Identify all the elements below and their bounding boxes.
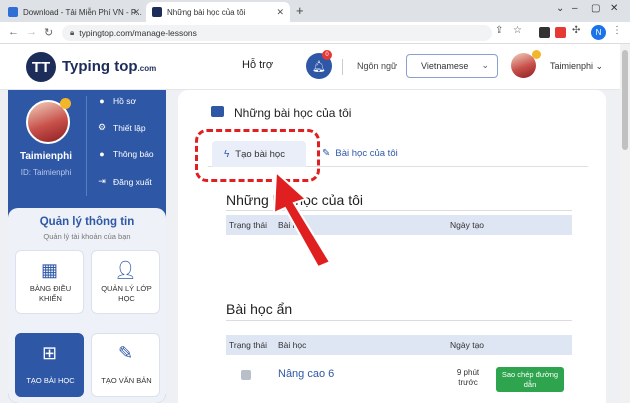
edit-icon: ✎ xyxy=(322,148,331,159)
url-field[interactable]: 🔒︎ typingtop.com/manage-lessons xyxy=(62,25,492,41)
profile-name: Taimienphi xyxy=(19,151,73,162)
user-icon: ● xyxy=(99,96,105,106)
tile-label: BẢNG ĐIỀU KHIỂN xyxy=(29,284,72,303)
tile-dashboard[interactable]: ▦ BẢNG ĐIỀU KHIỂN xyxy=(15,250,84,314)
create-text-icon: ✎ xyxy=(117,343,134,363)
page-scrollbar[interactable] xyxy=(620,44,630,403)
section-title-my-lessons: Những bài học của tôi xyxy=(226,192,364,208)
logo-icon[interactable]: TT xyxy=(26,52,56,82)
tile-create-lesson[interactable]: ⊞ TẠO BÀI HỌC xyxy=(15,333,84,397)
tile-create-text[interactable]: ✎ TẠO VĂN BẢN xyxy=(91,333,160,397)
logo-name: Typing top xyxy=(62,58,138,75)
logout-icon: ⇥ xyxy=(98,176,106,186)
create-lesson-icon: ⊞ xyxy=(41,343,58,363)
table-header: Trạng thái Bài học Ngày tạo xyxy=(226,215,572,235)
section-title-hidden-lessons: Bài học ẩn xyxy=(226,301,293,317)
tile-label: TẠO BÀI HỌC xyxy=(26,376,75,385)
column-lesson: Bài học xyxy=(278,220,307,230)
bell-icon: ● xyxy=(99,149,105,159)
sidebar-link-profile[interactable]: ● Hồ sơ xyxy=(96,96,136,106)
menu-dots-icon[interactable]: ⋮ xyxy=(612,25,622,36)
briefcase-icon xyxy=(211,106,224,117)
sidebar-link-logout[interactable]: ⇥ Đăng xuất xyxy=(96,176,152,187)
column-status: Trạng thái xyxy=(229,220,267,230)
star-icon[interactable]: ☆ xyxy=(513,25,522,36)
site-favicon-icon xyxy=(152,7,162,17)
back-icon[interactable]: ← xyxy=(8,26,19,38)
column-lesson: Bài học xyxy=(278,340,307,350)
close-icon[interactable]: ✕ xyxy=(132,7,140,18)
language-value: Vietnamese xyxy=(421,61,469,71)
browser-tab-bar: Download - Tải Miễn Phí VN - P... ✕ Nhữn… xyxy=(0,0,630,22)
sidebar-link-label: Hồ sơ xyxy=(113,96,137,106)
table-header: Trạng thái Bài học Ngày tạo xyxy=(226,335,572,355)
crown-icon xyxy=(532,50,541,59)
share-icon[interactable]: ⇪ xyxy=(495,25,503,36)
browser-tab-title: Những bài học của tôi xyxy=(167,7,246,17)
language-select[interactable]: Vietnamese ⌄ xyxy=(406,54,498,78)
section-divider xyxy=(226,320,572,321)
divider xyxy=(342,59,343,75)
chevron-down-icon: ⌄ xyxy=(481,60,489,70)
dashboard-icon: ▦ xyxy=(40,260,58,280)
username: Taimienphi xyxy=(550,61,594,71)
lesson-created-time: 9 phút trước xyxy=(456,368,480,387)
profile-avatar[interactable]: N xyxy=(591,25,606,40)
section-divider xyxy=(226,210,572,211)
url-text: typingtop.com/manage-lessons xyxy=(79,28,197,38)
tab-label: Bài học của tôi xyxy=(335,148,398,159)
support-link[interactable]: Hỗ trợ xyxy=(242,59,273,71)
crown-icon xyxy=(60,98,71,109)
scrollbar-thumb[interactable] xyxy=(622,50,628,150)
info-card-title: Quản lý thông tin xyxy=(39,216,135,228)
address-bar: ← → ↻ 🔒︎ typingtop.com/manage-lessons ⇪ … xyxy=(0,22,630,44)
lock-icon: 🔒︎ xyxy=(70,28,75,37)
site-favicon-icon xyxy=(8,7,18,17)
divider xyxy=(86,96,87,196)
page-title: Những bài học của tôi xyxy=(234,106,352,120)
info-card-subtitle: Quản lý tài khoản của bạn xyxy=(43,232,131,241)
highlight-box xyxy=(195,129,320,182)
chevron-down-icon[interactable]: ⌄ xyxy=(556,3,564,14)
browser-tab-title: Download - Tải Miễn Phí VN - P... xyxy=(23,7,142,17)
reload-icon[interactable]: ↻ xyxy=(44,26,53,39)
browser-tab-lessons[interactable]: Những bài học của tôi ✕ xyxy=(146,2,290,22)
notification-badge: 0 xyxy=(322,50,332,60)
close-icon[interactable]: ✕ xyxy=(276,7,284,18)
logo-suffix: .com xyxy=(137,64,157,73)
lesson-link[interactable]: Nâng cao 6 xyxy=(278,368,334,380)
maximize-icon[interactable]: ▢ xyxy=(591,3,600,14)
extension-icon[interactable] xyxy=(555,27,566,38)
logo-text[interactable]: Typing top.com xyxy=(62,58,156,75)
extension-icon[interactable] xyxy=(539,27,550,38)
column-status: Trạng thái xyxy=(229,340,267,350)
lock-icon[interactable] xyxy=(241,370,251,380)
tile-label: TẠO VĂN BẢN xyxy=(101,376,152,385)
sidebar-link-label: Thông báo xyxy=(113,149,154,159)
tab-my-lessons[interactable]: ✎ Bài học của tôi xyxy=(322,148,398,159)
new-tab-button[interactable]: + xyxy=(296,3,304,18)
site-header: TT Typing top.com Hỗ trợ 🔔︎ 0 Ngôn ngữ V… xyxy=(0,44,620,90)
sidebar-link-notifications[interactable]: ● Thông báo xyxy=(96,149,154,159)
column-date: Ngày tạo xyxy=(450,340,485,350)
sidebar-link-label: Đăng xuất xyxy=(113,176,152,187)
class-manage-icon: 👤︎ xyxy=(114,260,137,280)
language-label: Ngôn ngữ xyxy=(357,61,398,71)
sidebar-link-label: Thiết lập xyxy=(113,122,146,133)
browser-tab-download[interactable]: Download - Tải Miễn Phí VN - P... ✕ xyxy=(2,2,146,22)
column-date: Ngày tạo xyxy=(450,220,485,230)
username-dropdown[interactable]: Taimienphi ⌄ xyxy=(550,61,603,72)
gear-icon: ⚙ xyxy=(97,122,107,132)
tile-label: QUẢN LÝ LỚP HỌC xyxy=(101,284,152,303)
profile-id: ID: Taimienphi xyxy=(20,168,72,177)
forward-icon[interactable]: → xyxy=(26,26,37,38)
copy-link-button[interactable]: Sao chép đường dẫn xyxy=(496,367,564,392)
minimize-icon[interactable]: – xyxy=(572,3,578,14)
tile-class-management[interactable]: 👤︎ QUẢN LÝ LỚP HỌC xyxy=(91,250,160,314)
sidebar-link-settings[interactable]: ⚙ Thiết lập xyxy=(96,122,146,133)
close-window-icon[interactable]: ✕ xyxy=(610,3,618,14)
puzzle-icon[interactable]: ✣ xyxy=(572,25,580,36)
